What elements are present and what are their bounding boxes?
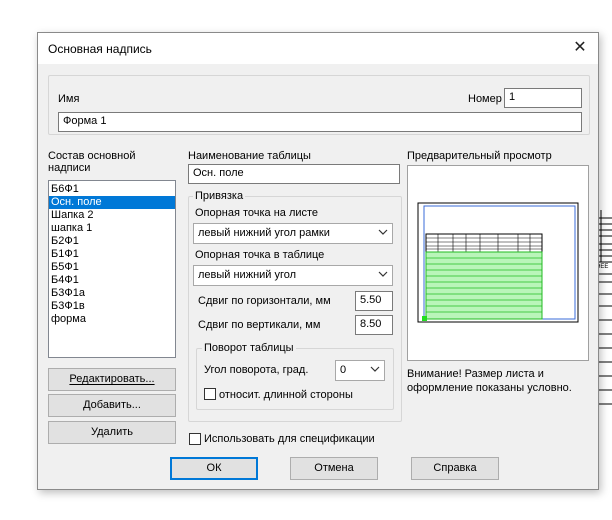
table-name-label: Наименование таблицы [188, 150, 311, 162]
number-label: Номер [468, 93, 502, 105]
list-item[interactable]: Б2Ф1 [49, 235, 175, 248]
spec-checkbox[interactable] [189, 433, 201, 445]
chevron-down-icon [370, 366, 380, 372]
chevron-down-icon [378, 229, 388, 235]
sheet-point-label: Опорная точка на листе [195, 207, 319, 219]
help-button-label: Справка [433, 462, 477, 474]
delete-button-label: Удалить [91, 426, 133, 438]
list-item[interactable]: Б5Ф1 [49, 261, 175, 274]
cancel-button[interactable]: Отмена [290, 457, 378, 480]
table-point-value: левый нижний угол [198, 269, 297, 281]
list-item[interactable]: шапка 1 [49, 222, 175, 235]
ok-button[interactable]: ОК [170, 457, 258, 480]
table-point-select[interactable]: левый нижний угол [193, 265, 393, 286]
shift-h-input[interactable]: 5.50 [355, 291, 393, 311]
close-icon[interactable]: ✕ [568, 37, 592, 59]
dialog-window: Основная надпись ✕ Имя Номер 1 Форма 1 С… [37, 32, 599, 490]
edit-button-label: Редактировать... [69, 373, 155, 385]
list-item[interactable]: Б3Ф1в [49, 300, 175, 313]
list-item[interactable]: Б6Ф1 [49, 183, 175, 196]
angle-label: Угол поворота, град. [204, 364, 309, 376]
add-button-label: Добавить... [83, 399, 141, 411]
cancel-button-label: Отмена [314, 462, 354, 474]
shift-h-label: Сдвиг по горизонтали, мм [198, 295, 331, 307]
binding-group-label: Привязка [193, 190, 246, 202]
spec-label: Использовать для спецификации [204, 433, 375, 445]
ok-button-label: ОК [206, 462, 222, 474]
table-name-input[interactable]: Осн. поле [188, 164, 400, 184]
number-input[interactable]: 1 [504, 88, 582, 108]
relative-checkbox[interactable] [204, 388, 216, 400]
list-item[interactable]: Осн. поле [49, 196, 175, 209]
relative-label: относит. длинной стороны [219, 389, 353, 401]
shift-v-label: Сдвиг по вертикали, мм [198, 319, 321, 331]
sheet-point-value: левый нижний угол рамки [198, 227, 330, 239]
add-button[interactable]: Добавить... [48, 394, 176, 417]
name-input[interactable]: Форма 1 [58, 112, 582, 132]
angle-value: 0 [340, 364, 347, 376]
composition-listbox[interactable]: Б6Ф1 Осн. поле Шапка 2 шапка 1 Б2Ф1 Б1Ф1 Б5Ф1 Б… [48, 180, 176, 358]
preview-label: Предварительный просмотр [407, 150, 552, 162]
list-item[interactable]: Б4Ф1 [49, 274, 175, 287]
list-item[interactable]: форма [49, 313, 175, 326]
delete-button[interactable]: Удалить [48, 421, 176, 444]
chevron-down-icon [378, 271, 388, 277]
edit-button[interactable]: Редактировать... [48, 368, 176, 391]
angle-select[interactable]: 0 [335, 360, 385, 381]
composition-label: Состав основной надписи [48, 150, 136, 174]
list-item[interactable]: Б1Ф1 [49, 248, 175, 261]
title-bar: Основная надпись ✕ [38, 33, 598, 64]
preview-drawing [417, 202, 579, 323]
table-point-label: Опорная точка в таблице [195, 249, 325, 261]
sheet-point-select[interactable]: левый нижний угол рамки [193, 223, 393, 244]
rotation-group-label: Поворот таблицы [202, 342, 296, 354]
dialog-title: Основная надпись [48, 42, 152, 56]
list-item[interactable]: Б3Ф1а [49, 287, 175, 300]
list-item[interactable]: Шапка 2 [49, 209, 175, 222]
shift-v-input[interactable]: 8.50 [355, 315, 393, 335]
notice-text: Внимание! Размер листа и оформление пока… [407, 368, 572, 394]
help-button[interactable]: Справка [411, 457, 499, 480]
preview-area [407, 165, 589, 361]
name-label: Имя [58, 93, 80, 105]
